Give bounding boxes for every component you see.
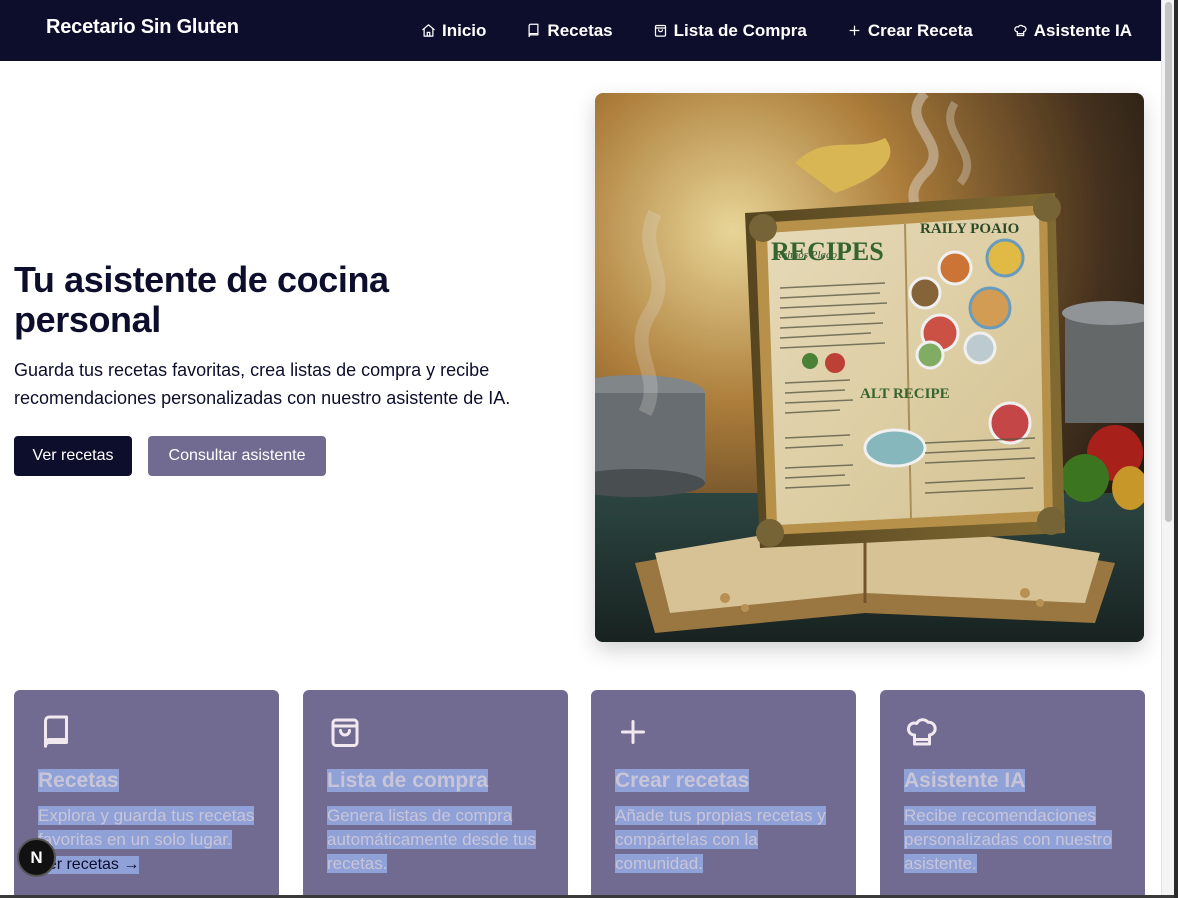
feature-card-asistente-ia[interactable]: Asistente IA Recibe recomendaciones pers…	[880, 690, 1145, 895]
consult-assistant-button[interactable]: Consultar asistente	[148, 436, 326, 476]
top-navbar: Recetario Sin Gluten Inicio Recetas List…	[0, 0, 1161, 61]
plus-icon	[615, 714, 651, 750]
nav-item-crear-receta[interactable]: Crear Receta	[847, 21, 973, 41]
hero-subtitle: Guarda tus recetas favoritas, crea lista…	[14, 360, 511, 408]
nav-item-label: Recetas	[547, 20, 613, 40]
card-title: Asistente IA	[904, 769, 1026, 792]
vertical-scrollbar[interactable]	[1161, 0, 1174, 895]
card-description: Añade tus propias recetas y compártelas …	[615, 806, 826, 873]
card-description: Recibe recomendaciones personalizadas co…	[904, 806, 1112, 873]
nextjs-dev-badge[interactable]: N	[17, 838, 56, 877]
card-title: Lista de compra	[327, 769, 489, 792]
hero-title: Tu asistente de cocina personal	[14, 259, 389, 340]
nav-links: Inicio Recetas Lista de Compra Crear Rec…	[421, 0, 1132, 61]
page-viewport: Recetario Sin Gluten Inicio Recetas List…	[0, 0, 1161, 895]
shopping-bag-icon	[327, 714, 363, 750]
brand-logo[interactable]: Recetario Sin Gluten	[46, 16, 239, 39]
card-description: Explora y guarda tus recetas favoritas e…	[38, 806, 255, 849]
plus-icon	[849, 25, 860, 36]
chef-hat-icon	[1014, 24, 1027, 37]
nav-item-label: Asistente IA	[1033, 20, 1132, 40]
shopping-bag-icon	[654, 24, 666, 37]
chef-hat-icon	[904, 714, 940, 750]
home-icon	[422, 24, 435, 37]
card-title: Recetas	[38, 769, 119, 792]
view-recipes-button[interactable]: Ver recetas	[14, 436, 132, 476]
nav-item-recetas[interactable]: Recetas	[526, 20, 613, 41]
book-icon	[528, 23, 539, 38]
nav-item-inicio[interactable]: Inicio	[421, 21, 486, 41]
nav-item-label: Inicio	[442, 20, 487, 40]
card-description: Genera listas de compra automáticamente …	[327, 806, 536, 873]
nav-item-asistente-ia[interactable]: Asistente IA	[1013, 21, 1132, 41]
feature-card-lista-compra[interactable]: Lista de compra Genera listas de compra …	[303, 690, 568, 895]
nav-item-label: Lista de Compra	[673, 20, 807, 40]
scrollbar-thumb[interactable]	[1165, 2, 1172, 522]
feature-card-crear-recetas[interactable]: Crear recetas Añade tus propias recetas …	[591, 690, 856, 895]
window-edge	[1174, 0, 1178, 898]
book-icon	[38, 714, 74, 750]
card-title: Crear recetas	[615, 769, 750, 792]
nav-item-label: Crear Receta	[867, 20, 973, 40]
hero-recipe-book-image: Rahhos Plaao RECIPES RAILY POAIO ALT REC…	[595, 93, 1144, 642]
nav-item-lista-compra[interactable]: Lista de Compra	[653, 21, 807, 41]
